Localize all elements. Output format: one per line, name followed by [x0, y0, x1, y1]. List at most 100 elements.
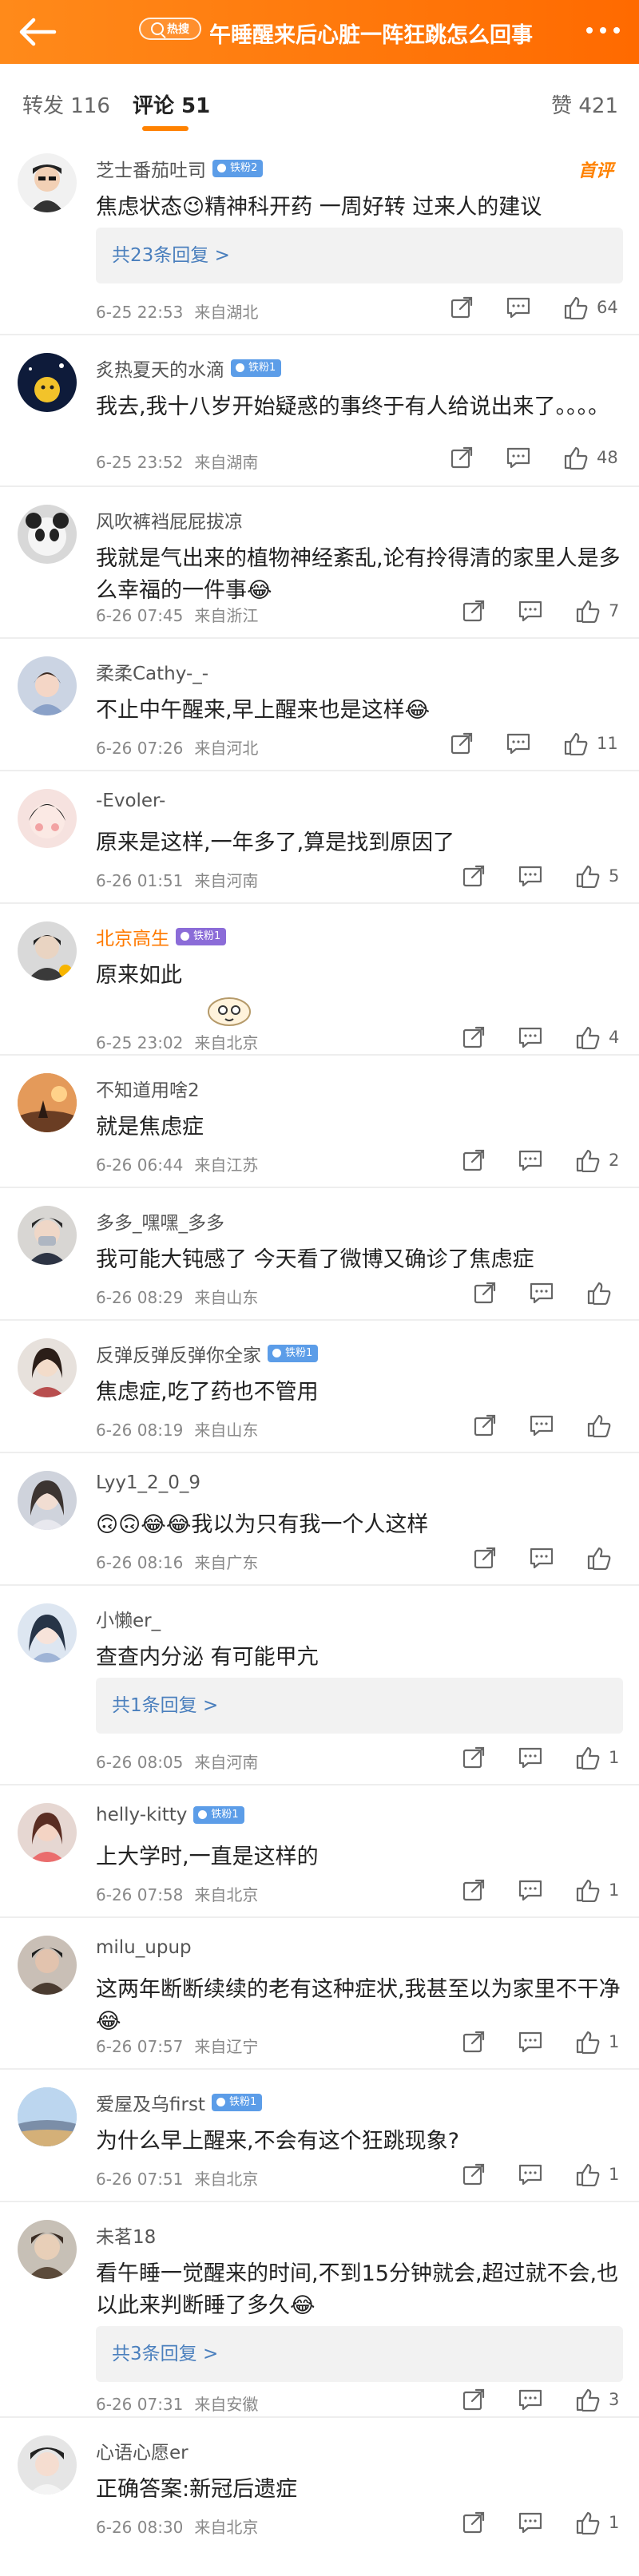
username[interactable]: milu_upup	[96, 1937, 192, 1958]
share-button[interactable]	[462, 2388, 486, 2412]
reply-button[interactable]	[518, 2511, 543, 2534]
share-button[interactable]	[473, 1281, 497, 1305]
avatar[interactable]	[18, 153, 77, 212]
share-button[interactable]	[462, 2511, 486, 2534]
comment-meta: 6-26 07:26 来自河北	[96, 739, 259, 758]
like-button[interactable]: 4	[575, 1025, 619, 1049]
share-button[interactable]	[450, 295, 474, 319]
share-button[interactable]	[462, 864, 486, 888]
like-button[interactable]: 1	[575, 1746, 619, 1770]
comment-icon	[518, 1880, 542, 1901]
view-replies-button[interactable]: 共3条回复 >	[96, 2326, 623, 2382]
active-tab-indicator	[142, 126, 189, 131]
like-button[interactable]	[586, 1413, 620, 1437]
avatar[interactable]	[18, 2220, 77, 2279]
like-button[interactable]: 11	[563, 731, 618, 755]
avatar[interactable]	[18, 505, 77, 564]
like-button[interactable]: 64	[563, 295, 618, 319]
username[interactable]: 柔柔Cathy-_-	[96, 658, 208, 685]
username[interactable]: helly-kitty 铁粉1	[96, 1805, 244, 1825]
like-button[interactable]: 1	[575, 2162, 619, 2186]
comment-item: 心语心愿er 正确答案:新冠后遗症 6-26 08:30 来自北京 1	[0, 2418, 639, 2576]
like-count: 3	[609, 2390, 620, 2409]
avatar[interactable]	[18, 1803, 77, 1862]
share-button[interactable]	[462, 599, 486, 623]
like-button[interactable]: 5	[575, 864, 619, 888]
avatar[interactable]	[18, 1073, 77, 1132]
fan-badge: 铁粉1	[268, 1345, 319, 1362]
like-button[interactable]: 3	[575, 2388, 619, 2412]
avatar[interactable]	[18, 2435, 77, 2495]
avatar[interactable]	[18, 656, 77, 715]
comment-text: 原来如此	[96, 963, 182, 988]
avatar[interactable]	[18, 789, 77, 848]
username[interactable]: 炙热夏天的水滴 铁粉1	[96, 355, 282, 382]
like-icon	[576, 600, 600, 623]
username[interactable]: 多多_嘿嘿_多多	[96, 1207, 224, 1234]
reply-button[interactable]	[529, 1413, 554, 1437]
share-icon	[474, 1547, 496, 1569]
share-button[interactable]	[473, 1413, 497, 1437]
avatar[interactable]	[18, 1338, 77, 1397]
avatar[interactable]	[18, 1471, 77, 1530]
username[interactable]: 不知道用啥2	[96, 1075, 200, 1102]
reply-button[interactable]	[518, 1148, 543, 1172]
share-button[interactable]	[450, 446, 474, 470]
tab-repost[interactable]: 转发 116	[22, 89, 110, 119]
reply-button[interactable]	[518, 864, 543, 888]
like-button[interactable]	[586, 1546, 620, 1570]
share-button[interactable]	[462, 2162, 486, 2186]
share-button[interactable]	[462, 1746, 486, 1770]
reply-button[interactable]	[518, 599, 543, 623]
avatar[interactable]	[18, 2087, 77, 2146]
tab-likes[interactable]: 赞 421	[551, 89, 618, 119]
username[interactable]: 风吹裤裆屁屁拔凉	[96, 506, 243, 533]
like-button[interactable]: 48	[563, 446, 618, 470]
share-button[interactable]	[473, 1546, 497, 1570]
reply-button[interactable]	[506, 446, 531, 470]
reply-button[interactable]	[506, 295, 531, 319]
reply-button[interactable]	[529, 1281, 554, 1305]
username[interactable]: 小懒er_	[96, 1605, 161, 1632]
share-button[interactable]	[462, 1878, 486, 1902]
reply-button[interactable]	[506, 731, 531, 755]
avatar[interactable]	[18, 921, 77, 981]
reply-button[interactable]	[518, 2388, 543, 2412]
share-button[interactable]	[462, 1025, 486, 1049]
tab-comments[interactable]: 评论 51	[133, 89, 210, 119]
hot-search-tag[interactable]: 热搜	[139, 18, 201, 40]
view-replies-button[interactable]: 共1条回复 >	[96, 1678, 623, 1734]
like-button[interactable]: 7	[575, 599, 619, 623]
reply-button[interactable]	[529, 1546, 554, 1570]
avatar[interactable]	[18, 1603, 77, 1663]
username[interactable]: 反弹反弹反弹你全家 铁粉1	[96, 1340, 319, 1367]
like-button[interactable]	[586, 1281, 620, 1305]
share-button[interactable]	[450, 731, 474, 755]
view-replies-button[interactable]: 共23条回复 >	[96, 228, 623, 283]
reply-button[interactable]	[518, 1878, 543, 1902]
avatar[interactable]	[18, 1936, 77, 1995]
reply-button[interactable]	[518, 1025, 543, 1049]
comment-item: 炙热夏天的水滴 铁粉1 我去,我十八岁开始疑惑的事终于有人给说出来了。。。。 6-…	[0, 335, 639, 487]
avatar[interactable]	[18, 1206, 77, 1265]
reply-button[interactable]	[518, 2030, 543, 2054]
avatar[interactable]	[18, 353, 77, 412]
like-button[interactable]: 2	[575, 1148, 619, 1172]
username[interactable]: Lyy1_2_0_9	[96, 1472, 200, 1493]
username[interactable]: 未茗18	[96, 2221, 156, 2249]
like-icon	[587, 1414, 611, 1437]
reply-button[interactable]	[518, 1746, 543, 1770]
username[interactable]: 爱屋及乌first 铁粉1	[96, 2089, 263, 2116]
share-button[interactable]	[462, 2030, 486, 2054]
reply-button[interactable]	[518, 2162, 543, 2186]
arrow-left-icon[interactable]	[16, 14, 58, 50]
like-button[interactable]: 1	[575, 2030, 619, 2054]
username[interactable]: 心语心愿er	[96, 2437, 189, 2464]
share-button[interactable]	[462, 1148, 486, 1172]
like-button[interactable]: 1	[575, 1878, 619, 1902]
username[interactable]: 芝士番茄吐司 铁粉2	[96, 155, 264, 182]
more-dots-icon[interactable]	[586, 27, 620, 34]
like-button[interactable]: 1	[575, 2511, 619, 2534]
username[interactable]: 北京高生 铁粉1	[96, 923, 227, 950]
username[interactable]: -Evoler-	[96, 791, 165, 811]
